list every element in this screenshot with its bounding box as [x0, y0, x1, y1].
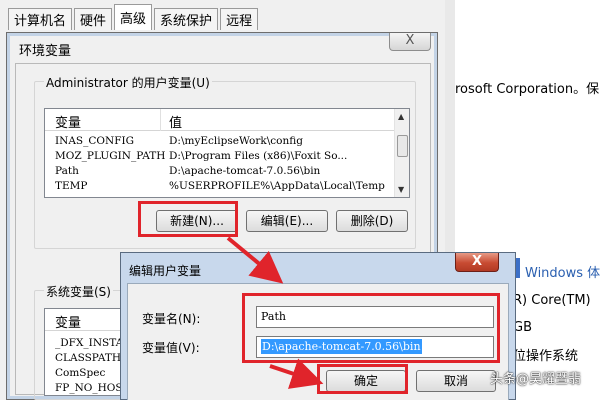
list-header: 变量 值: [45, 109, 409, 131]
new-button-highlight: [138, 201, 238, 237]
list-scrollbar[interactable]: ▲ ▼: [394, 109, 409, 197]
windows-text: Windows 体: [525, 266, 600, 281]
table-row[interactable]: MOZ_PLUGIN_PATH D:\Program Files (x86)\F…: [45, 150, 409, 165]
tab-system-protection[interactable]: 系统保护: [154, 8, 219, 30]
edit-button[interactable]: 编辑(E)...: [246, 210, 328, 232]
dialog-title: 环境变量: [19, 44, 72, 59]
variable-name-label: 变量名(N):: [142, 312, 201, 326]
scroll-thumb[interactable]: [397, 135, 408, 157]
watermark: 头条@昊耀暨翡: [490, 372, 582, 387]
col-val-header: 值: [169, 116, 183, 131]
tab-computer-name[interactable]: 计算机名: [8, 8, 73, 30]
cancel-button[interactable]: 取消: [416, 370, 496, 392]
table-row[interactable]: INAS_CONFIG D:\myEclipseWork\config: [45, 135, 409, 150]
dialog-title: 编辑用户变量: [129, 264, 202, 278]
system-tabs: 计算机名 硬件 高级 系统保护 远程: [8, 4, 260, 30]
user-vars-label: Administrator 的用户变量(U): [44, 74, 212, 91]
col-var-header: 变量: [55, 316, 82, 331]
delete-button[interactable]: 删除(D): [336, 210, 408, 232]
tab-hardware[interactable]: 硬件: [74, 8, 113, 30]
close-button[interactable]: X: [455, 253, 499, 272]
table-row[interactable]: TEMP %USERPROFILE%\AppData\Local\Temp: [45, 180, 409, 195]
table-row[interactable]: Path D:\apache-tomcat-7.0.56\bin: [45, 165, 409, 180]
scroll-up-icon[interactable]: ▲: [398, 112, 404, 121]
corp-text: rosoft Corporation。保: [455, 82, 600, 97]
system-vars-label: 系统变量(S): [44, 283, 113, 300]
tab-advanced[interactable]: 高级: [114, 4, 153, 30]
scroll-down-icon[interactable]: ▼: [398, 185, 404, 194]
ok-button-highlight: [317, 364, 408, 394]
tab-remote[interactable]: 远程: [220, 8, 259, 30]
fields-highlight: [242, 293, 500, 363]
close-button[interactable]: X: [389, 33, 431, 51]
col-var-header: 变量: [55, 116, 82, 131]
variable-value-label: 变量值(V):: [142, 341, 200, 355]
os-text: 位操作系统: [513, 349, 579, 364]
cpu-text: R) Core(TM): [513, 293, 591, 308]
user-vars-list[interactable]: 变量 值 INAS_CONFIG D:\myEclipseWork\config…: [44, 108, 410, 198]
